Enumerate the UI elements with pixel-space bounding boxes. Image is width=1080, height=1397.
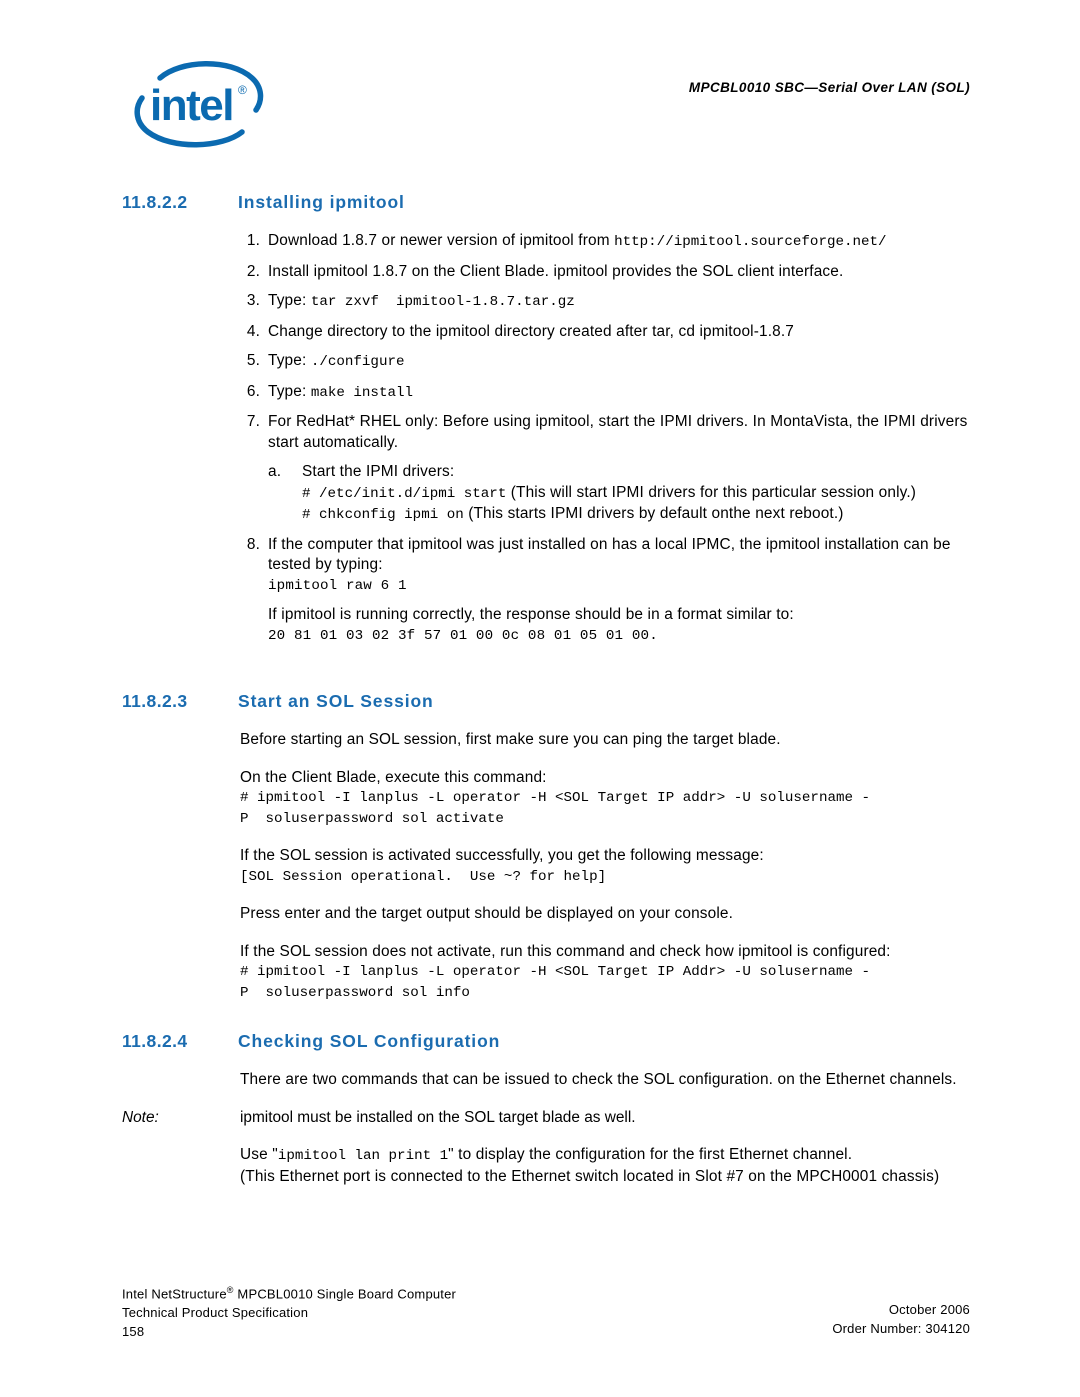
list-item-text: Install ipmitool 1.8.7 on the Client Bla…: [268, 262, 844, 280]
heading-11-8-2-4: 11.8.2.4 Checking SOL Configuration: [0, 1029, 1080, 1053]
section-body: Before starting an SOL session, first ma…: [0, 730, 1080, 1003]
footer-doc-type: Technical Product Specification: [122, 1305, 309, 1321]
list-item: 6. Type: make install: [240, 382, 970, 404]
footer-order-number: Order Number: 304120: [832, 1321, 970, 1336]
list-item: 3. Type: tar zxvf ipmitool-1.8.7.tar.gz: [240, 291, 970, 313]
list-item: 5. Type: ./configure: [240, 351, 970, 373]
execute-command-label: On the Client Blade, execute this comman…: [240, 768, 547, 786]
footer-date: October 2006: [888, 1302, 970, 1317]
heading-11-8-2-2: 11.8.2.2 Installing ipmitool: [0, 190, 1080, 214]
command-configure: ./configure: [310, 354, 405, 370]
list-item-text: Download 1.8.7 or newer version of ipmit…: [268, 232, 615, 249]
list-marker: 2.: [246, 262, 260, 280]
heading-title: Installing ipmitool: [238, 192, 405, 212]
command-ipmi-start: # /etc/init.d/ipmi start: [302, 485, 507, 502]
heading-number: 11.8.2.4: [122, 1031, 188, 1051]
list-item-text: If the computer that ipmitool was just i…: [268, 535, 951, 574]
list-item-text: Change directory to the ipmitool directo…: [268, 322, 794, 340]
sol-session-message: [SOL Session operational. Use ~? for hel…: [240, 868, 607, 885]
document-page: intel ® MPCBL0010 SBC—Serial Over LAN (S…: [0, 0, 1080, 1397]
sub-command-block-1: # /etc/init.d/ipmi start (This will star…: [302, 483, 970, 505]
list-item: 7. For RedHat* RHEL only: Before using ip…: [240, 412, 970, 453]
heading-title: Checking SOL Configuration: [238, 1031, 501, 1051]
footer-right: October 2006 Order Number: 304120: [832, 1281, 970, 1338]
ping-instruction-text: Before starting an SOL session, first ma…: [240, 731, 781, 748]
svg-text:intel: intel: [150, 81, 233, 130]
footer-page-number: 158: [122, 1324, 145, 1340]
list-marker: 7.: [246, 413, 260, 430]
footer-product-suffix: MPCBL0010 Single Board Computer: [233, 1286, 457, 1302]
page-header: intel ® MPCBL0010 SBC—Serial Over LAN (S…: [122, 52, 970, 162]
list-marker: 4.: [246, 322, 260, 340]
ordered-list: 1. Download 1.8.7 or newer version of ipm…: [0, 231, 1080, 646]
page-footer: Intel NetStructure® MPCBL0010 Single Boa…: [122, 1281, 970, 1341]
footer-product-prefix: Intel NetStructure: [122, 1286, 227, 1302]
list-item: 4. Change directory to the ipmitool direc…: [240, 322, 970, 343]
list-item: 8. If the computer that ipmitool was just…: [240, 535, 970, 647]
activation-success-text: If the SOL session is activated successf…: [240, 847, 764, 864]
list-item-text: Type:: [268, 382, 311, 400]
troubleshoot-text: If the SOL session does not activate, ru…: [240, 942, 891, 960]
list-marker: 1.: [246, 232, 260, 249]
section-checking-sol-configuration: 11.8.2.4 Checking SOL Configuration There…: [0, 1029, 1080, 1187]
command-lan-print: ipmitool lan print 1: [277, 1148, 449, 1164]
section-start-sol-session: 11.8.2.3 Start an SOL Session Before star…: [0, 689, 1080, 1003]
response-hex-output: 20 81 01 03 02 3f 57 01 00 0c 08 01 05 0…: [268, 627, 658, 644]
note-block: Note: ipmitool must be installed on the …: [0, 1108, 1080, 1129]
command-ipmi-start-note: (This will start IPMI drivers for this p…: [506, 483, 917, 501]
sub-list-item-a: a. Start the IPMI drivers: # /etc/init.d/…: [268, 462, 970, 526]
lan-print-block: Use "ipmitool lan print 1" to display th…: [0, 1145, 1080, 1187]
svg-text:®: ®: [238, 83, 247, 97]
use-prefix: Use ": [240, 1146, 278, 1163]
sub-list-marker: a.: [268, 463, 282, 480]
lan-print-instruction: Use "ipmitool lan print 1" to display th…: [240, 1145, 970, 1167]
list-item-text: For RedHat* RHEL only: Before using ipmi…: [268, 413, 968, 451]
list-item-text: Type:: [268, 292, 311, 309]
two-commands-text: There are two commands that can be issue…: [240, 1071, 957, 1088]
list-marker: 3.: [246, 292, 260, 309]
footer-left: Intel NetStructure® MPCBL0010 Single Boa…: [122, 1281, 456, 1341]
list-marker: 6.: [246, 382, 260, 400]
command-chkconfig-note: (This starts IPMI drivers by default ont…: [463, 505, 844, 522]
registered-icon: ®: [226, 1285, 234, 1295]
press-enter-text: Press enter and the target output should…: [240, 905, 734, 922]
heading-number: 11.8.2.2: [122, 192, 188, 212]
note-text: ipmitool must be installed on the SOL ta…: [240, 1108, 636, 1126]
command-ipmitool-raw: ipmitool raw 6 1: [268, 577, 407, 594]
response-intro-text: If ipmitool is running correctly, the re…: [268, 606, 794, 623]
list-item-text: Type:: [268, 352, 311, 369]
heading-number: 11.8.2.3: [122, 691, 188, 711]
list-item: 1. Download 1.8.7 or newer version of ipm…: [240, 231, 970, 253]
section-installing-ipmitool: 11.8.2.2 Installing ipmitool 1. Download 1…: [0, 190, 1080, 646]
command-chkconfig-ipmi: # chkconfig ipmi on: [302, 507, 464, 523]
list-marker: 8.: [246, 535, 260, 553]
section-body: There are two commands that can be issue…: [0, 1070, 1080, 1091]
header-document-title: MPCBL0010 SBC—Serial Over LAN (SOL): [688, 80, 970, 95]
list-marker: 5.: [246, 352, 260, 369]
command-make-install: make install: [310, 384, 413, 401]
command-sol-info: # ipmitool -I lanplus -L operator -H <SO…: [240, 964, 871, 1001]
sub-command-block-2: # chkconfig ipmi on (This starts IPMI dr…: [302, 504, 970, 526]
intel-logo: intel ®: [122, 52, 272, 157]
use-suffix: " to display the configuration for the f…: [448, 1146, 853, 1163]
command-tar-extract: tar zxvf ipmitool-1.8.7.tar.gz: [310, 294, 575, 310]
url-ipmitool-sourceforge[interactable]: http://ipmitool.sourceforge.net/: [614, 234, 886, 250]
ethernet-port-note: (This Ethernet port is connected to the …: [240, 1167, 940, 1185]
heading-11-8-2-3: 11.8.2.3 Start an SOL Session: [0, 689, 1080, 713]
sub-list-item-text: Start the IPMI drivers:: [302, 463, 455, 480]
command-sol-activate: # ipmitool -I lanplus -L operator -H <SO…: [240, 790, 871, 827]
list-item: 2. Install ipmitool 1.8.7 on the Client B…: [240, 262, 970, 283]
page-content: 11.8.2.2 Installing ipmitool 1. Download 1…: [0, 190, 1080, 1187]
footer-product-line: Intel NetStructure® MPCBL0010 Single Boa…: [122, 1281, 456, 1303]
heading-title: Start an SOL Session: [238, 691, 434, 711]
note-label: Note:: [122, 1108, 159, 1126]
